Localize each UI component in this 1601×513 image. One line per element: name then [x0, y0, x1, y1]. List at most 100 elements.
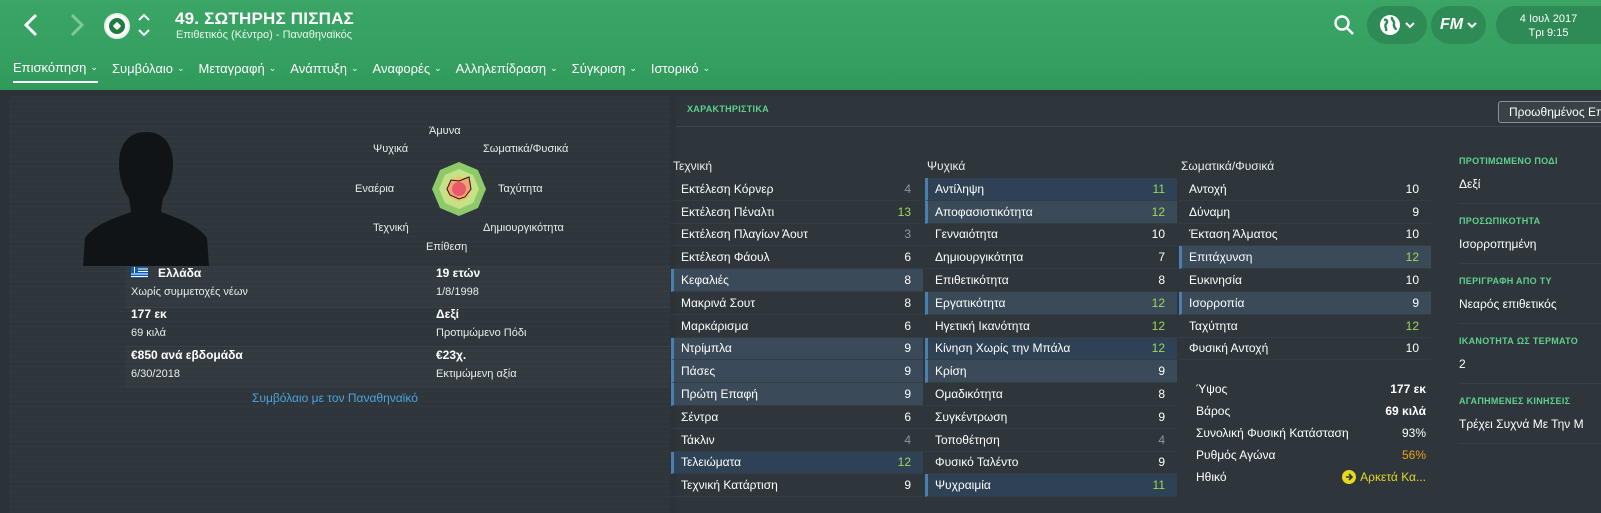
- attr-row[interactable]: Αποφασιστικότητα 12: [925, 200, 1177, 224]
- club-badge-icon[interactable]: [104, 13, 130, 39]
- attr-row[interactable]: Ταχύτητα 12: [1179, 315, 1431, 338]
- attr-value: 9: [904, 387, 911, 402]
- attr-name: Ψυχραιμία: [935, 478, 991, 493]
- role-selector-button[interactable]: Προωθημένος Επ: [1498, 101, 1601, 123]
- attr-row[interactable]: Δημιουργικότητα 7: [925, 246, 1177, 270]
- player-silhouette-icon: [83, 132, 209, 266]
- attr-value: 8: [904, 273, 911, 288]
- condition-row: Συνολική Φυσική Κατάσταση 93%: [1186, 422, 1438, 444]
- tab-label: Αλληλεπίδραση: [455, 61, 547, 76]
- attr-row[interactable]: Ισορροπία 9: [1179, 291, 1431, 315]
- attr-row[interactable]: Ηγετική Ικανότητα 12: [925, 315, 1177, 338]
- attr-name: Επιθετικότητα: [935, 273, 1009, 288]
- attr-row[interactable]: Τεχνική Κατάρτιση 9: [671, 474, 923, 498]
- technical-attributes-list: Εκτέλεση Κόρνερ 4 Εκτέλεση Πέναλτι 13 Εκτέ…: [671, 178, 923, 498]
- chevron-down-icon: ⌄: [177, 63, 185, 73]
- search-icon[interactable]: [1333, 14, 1355, 36]
- tab-overview[interactable]: Επισκόπηση ⌄: [13, 60, 98, 83]
- attr-value: 4: [904, 432, 911, 447]
- forward-arrow-icon[interactable]: [62, 10, 92, 40]
- attr-name: Πρώτη Επαφή: [681, 387, 758, 402]
- attr-row[interactable]: Γενναιότητα 10: [925, 224, 1177, 247]
- youth-caps: Χωρίς συμμετοχές νέων: [131, 286, 248, 298]
- attr-row[interactable]: Επιθετικότητα 8: [925, 269, 1177, 292]
- tab-reports[interactable]: Αναφορές ⌄: [373, 60, 442, 83]
- globe-menu-button[interactable]: [1367, 6, 1427, 44]
- attr-row[interactable]: Έκταση Άλματος 10: [1179, 224, 1431, 247]
- attr-value: 6: [904, 409, 911, 424]
- attr-row[interactable]: Αντίληψη 11: [925, 178, 1177, 201]
- attr-name: Εκτέλεση Πλαγίων Άουτ: [681, 227, 808, 242]
- attr-row[interactable]: Επιτάχυνση 12: [1179, 246, 1431, 270]
- attr-row[interactable]: Φυσική Αντοχή 10: [1179, 338, 1431, 361]
- radar-label-mental: Ψυχικά: [373, 143, 409, 155]
- attr-value: 12: [1151, 318, 1165, 333]
- attr-value: 9: [904, 364, 911, 379]
- attr-row[interactable]: Ντρίμπλα 9: [671, 337, 923, 361]
- attr-row[interactable]: Αντοχή 10: [1179, 178, 1431, 201]
- chevron-down-icon: ⌄: [550, 63, 558, 73]
- tab-label: Μεταγραφή: [198, 61, 265, 76]
- tab-bar: Επισκόπηση ⌄ Συμβόλαιο ⌄ Μεταγραφή ⌄ Ανάπτυ…: [13, 60, 724, 83]
- morale-row[interactable]: Ηθικό Αρκετά Κα...: [1186, 466, 1438, 488]
- market-value: €23χ.: [436, 348, 467, 362]
- tab-compare[interactable]: Σύγκριση ⌄: [572, 60, 637, 83]
- tab-history[interactable]: Ιστορικό ⌄: [651, 60, 710, 83]
- attr-name: Επιτάχυνση: [1189, 250, 1253, 265]
- attr-row[interactable]: Τοποθέτηση 4: [925, 429, 1177, 452]
- market-value-label: Εκτιμώμενη αξία: [436, 368, 517, 380]
- attr-row[interactable]: Πρώτη Επαφή 9: [671, 383, 923, 406]
- attr-row[interactable]: Φυσικό Ταλέντο 9: [925, 452, 1177, 475]
- attr-row[interactable]: Κρίση 9: [925, 360, 1177, 384]
- tab-label: Σύγκριση: [571, 61, 626, 76]
- attr-value: 9: [1158, 455, 1165, 470]
- attr-row[interactable]: Εκτέλεση Πέναλτι 13: [671, 201, 923, 224]
- attr-row[interactable]: Σέντρα 6: [671, 406, 923, 429]
- contract-link[interactable]: Συμβόλαιο με τον Παναθηναϊκό: [252, 391, 418, 405]
- attr-row[interactable]: Μαρκάρισμα 6: [671, 315, 923, 338]
- date-continue-button[interactable]: 4 Ιουλ 2017 Τρι 9:15: [1496, 6, 1601, 44]
- attr-row[interactable]: Εκτέλεση Πλαγίων Άουτ 3: [671, 224, 923, 247]
- stat-value: 177 εκ: [1390, 382, 1426, 396]
- attr-value: 9: [1412, 204, 1419, 219]
- globe-icon: [1380, 15, 1400, 35]
- stat-value: 56%: [1401, 448, 1426, 462]
- tab-contract[interactable]: Συμβόλαιο ⌄: [112, 60, 185, 83]
- attr-row[interactable]: Ευκινησία 10: [1179, 269, 1431, 292]
- radar-label-defense: Άμυνα: [429, 125, 461, 137]
- nationality[interactable]: Ελλάδα: [131, 266, 201, 286]
- weight-row: Βάρος 69 κιλά: [1186, 400, 1438, 422]
- tab-transfer[interactable]: Μεταγραφή ⌄: [199, 60, 277, 83]
- date-of-birth: 1/8/1998: [436, 286, 479, 298]
- back-arrow-icon[interactable]: [16, 10, 46, 40]
- side-heading: ΠΡΟΣΩΠΙΚΟΤΗΤΑ: [1459, 216, 1541, 226]
- attr-row[interactable]: Εκτέλεση Φάουλ 6: [671, 246, 923, 270]
- attr-row[interactable]: Πάσες 9: [671, 360, 923, 384]
- stat-name: Ύψος: [1196, 382, 1228, 396]
- attr-row[interactable]: Τάκλιν 4: [671, 429, 923, 452]
- player-up-down-icon[interactable]: [137, 12, 151, 38]
- attr-value: 12: [1151, 295, 1165, 310]
- attr-row[interactable]: Εκτέλεση Κόρνερ 4: [671, 178, 923, 201]
- attr-row[interactable]: Εργατικότητα 12: [925, 291, 1177, 315]
- attr-name: Ισορροπία: [1189, 295, 1245, 310]
- attr-row[interactable]: Δύναμη 9: [1179, 201, 1431, 224]
- attr-value: 6: [904, 318, 911, 333]
- attr-name: Τελειώματα: [681, 455, 742, 470]
- attr-value: 10: [1405, 181, 1419, 196]
- attr-value: 13: [897, 204, 911, 219]
- attr-row[interactable]: Συγκέντρωση 9: [925, 406, 1177, 429]
- radar-label-technique: Τεχνική: [373, 222, 409, 234]
- tab-interaction[interactable]: Αλληλεπίδραση ⌄: [456, 60, 558, 83]
- attr-row[interactable]: Μακρινά Σουτ 8: [671, 292, 923, 315]
- attr-row[interactable]: Ψυχραιμία 11: [925, 474, 1177, 498]
- attr-name: Κεφαλιές: [681, 273, 729, 288]
- radar-label-speed: Ταχύτητα: [498, 183, 543, 195]
- tab-development[interactable]: Ανάπτυξη ⌄: [290, 60, 358, 83]
- attr-row[interactable]: Κεφαλιές 8: [671, 269, 923, 292]
- player-position-club[interactable]: Επιθετικός (Κέντρο) - Παναθηναϊκός: [176, 29, 352, 41]
- attr-row[interactable]: Τελειώματα 12: [671, 451, 923, 475]
- attr-row[interactable]: Ομαδικότητα 8: [925, 383, 1177, 406]
- fm-menu-button[interactable]: FM: [1431, 6, 1486, 44]
- attr-row[interactable]: Κίνηση Χωρίς την Μπάλα 12: [925, 337, 1177, 361]
